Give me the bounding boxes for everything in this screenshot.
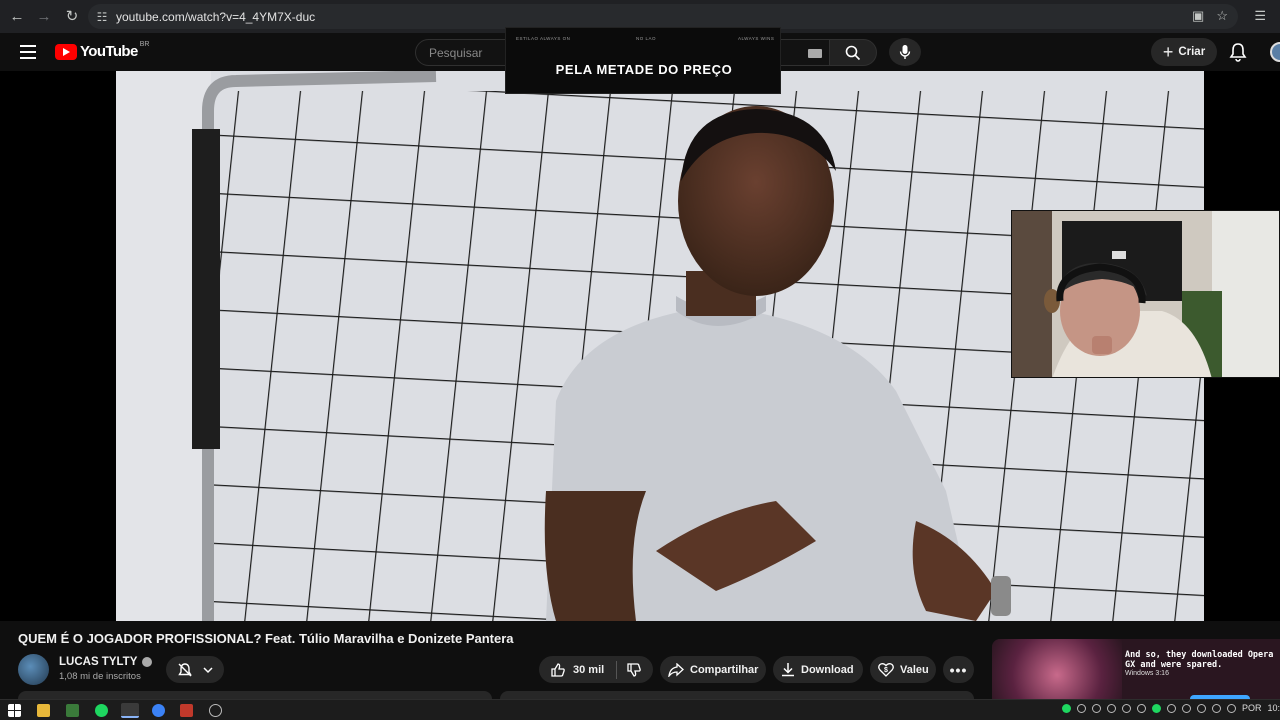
bookmark-star-icon[interactable]: ☆ bbox=[1216, 8, 1228, 24]
reload-icon[interactable]: ↻ bbox=[58, 2, 86, 30]
ad-headline: PELA METADE DO PREÇO bbox=[555, 62, 733, 77]
back-arrow-icon[interactable]: ← bbox=[3, 2, 31, 30]
search-button[interactable] bbox=[829, 39, 877, 66]
create-button[interactable]: + Criar bbox=[1151, 38, 1217, 66]
youtube-play-icon bbox=[55, 43, 77, 60]
more-actions-button[interactable]: ••• bbox=[943, 656, 974, 683]
channel-avatar[interactable] bbox=[18, 654, 49, 685]
tray-icon-3[interactable] bbox=[1091, 703, 1101, 713]
heart-dollar-icon: $ bbox=[878, 663, 894, 677]
tray-spotify-icon[interactable] bbox=[1151, 703, 1161, 713]
address-bar[interactable]: ☷ youtube.com/watch?v=4_4YM7X-duc ▣ ☆ bbox=[88, 4, 1238, 29]
account-avatar[interactable] bbox=[1270, 42, 1280, 62]
ad-small-left: ESTILAO ALWAYS ON bbox=[516, 36, 571, 41]
file-explorer-icon[interactable] bbox=[37, 704, 50, 717]
ad-small-right: ALWAYS WINS bbox=[738, 36, 775, 41]
windows-taskbar: POR 10: bbox=[0, 699, 1280, 720]
tray-icon-4[interactable] bbox=[1106, 703, 1116, 713]
reading-list-icon[interactable]: ☰ bbox=[1254, 8, 1266, 24]
logo-wordmark: YouTube bbox=[80, 43, 138, 60]
create-label: Criar bbox=[1178, 46, 1206, 58]
app-icon-circle[interactable] bbox=[209, 704, 222, 717]
dislike-button[interactable] bbox=[626, 662, 642, 678]
ad-line2: Windows 3:16 bbox=[1125, 670, 1169, 677]
share-button[interactable]: Compartilhar bbox=[660, 656, 766, 683]
app-icon-blue[interactable] bbox=[152, 704, 165, 717]
download-icon bbox=[782, 663, 794, 677]
like-divider bbox=[616, 660, 618, 679]
description-box-edge[interactable] bbox=[18, 691, 492, 699]
notifications-bell-icon[interactable] bbox=[1229, 42, 1247, 62]
forward-arrow-icon[interactable]: → bbox=[30, 2, 58, 30]
download-label: Download bbox=[801, 663, 854, 676]
chevron-down-icon bbox=[203, 666, 213, 673]
svg-text:$: $ bbox=[884, 667, 888, 674]
share-label: Compartilhar bbox=[690, 663, 759, 676]
spotify-icon[interactable] bbox=[95, 704, 108, 717]
verified-badge-icon bbox=[142, 657, 153, 667]
webcam-streamer-image bbox=[1012, 211, 1279, 377]
tray-icon-2[interactable] bbox=[1076, 703, 1086, 713]
tray-icon-12[interactable] bbox=[1226, 703, 1236, 713]
tray-icon-10[interactable] bbox=[1196, 703, 1206, 713]
subscriber-count: 1,08 mi de inscritos bbox=[59, 671, 141, 682]
voice-search-button[interactable] bbox=[889, 38, 921, 66]
thumbs-down-icon bbox=[627, 662, 642, 677]
channel-name[interactable]: LUCAS TYLTY bbox=[59, 656, 153, 668]
sidebar-ad[interactable]: And so, they downloaded Opera GX and wer… bbox=[992, 639, 1280, 699]
clock[interactable]: 10: bbox=[1267, 703, 1280, 713]
ad-small-mid: NO LAO bbox=[636, 36, 657, 41]
chrome-icon[interactable] bbox=[121, 703, 139, 718]
url-text[interactable]: youtube.com/watch?v=4_4YM7X-duc bbox=[116, 10, 315, 24]
like-dislike-group: 30 mil bbox=[539, 656, 653, 683]
channel-name-text[interactable]: LUCAS TYLTY bbox=[59, 656, 137, 668]
tray-icon-11[interactable] bbox=[1211, 703, 1221, 713]
like-button[interactable] bbox=[550, 662, 566, 678]
share-arrow-icon bbox=[668, 662, 684, 677]
comments-box-edge[interactable] bbox=[500, 691, 974, 699]
like-count[interactable]: 30 mil bbox=[573, 664, 604, 676]
tray-app-icon[interactable] bbox=[1061, 703, 1071, 713]
language-indicator[interactable]: POR bbox=[1242, 703, 1262, 713]
microphone-icon bbox=[899, 45, 911, 59]
tray-icon-5[interactable] bbox=[1121, 703, 1131, 713]
thumbs-up-icon bbox=[551, 662, 565, 677]
video-player[interactable] bbox=[0, 71, 1280, 621]
bell-off-icon bbox=[178, 662, 192, 676]
ad-thumbnail bbox=[992, 639, 1122, 699]
system-tray: POR 10: bbox=[1061, 703, 1280, 713]
download-button[interactable]: Download bbox=[773, 656, 863, 683]
thanks-button[interactable]: $ Valeu bbox=[870, 656, 936, 683]
notification-settings-button[interactable] bbox=[166, 656, 224, 683]
country-code: BR bbox=[139, 41, 150, 48]
hamburger-menu-icon[interactable] bbox=[20, 45, 36, 59]
keyboard-icon[interactable] bbox=[808, 49, 822, 58]
windows-start-icon[interactable] bbox=[8, 704, 21, 717]
webcam-overlay bbox=[1011, 210, 1280, 378]
tray-icon-9[interactable] bbox=[1181, 703, 1191, 713]
ad-banner[interactable]: ESTILAO ALWAYS ON NO LAO ALWAYS WINS PEL… bbox=[505, 27, 781, 94]
search-icon bbox=[845, 45, 861, 60]
app-icon-red[interactable] bbox=[180, 704, 193, 717]
search-placeholder: Pesquisar bbox=[429, 46, 483, 60]
more-horizontal-icon: ••• bbox=[949, 661, 968, 678]
thanks-label: Valeu bbox=[900, 663, 929, 676]
youtube-logo[interactable]: YouTube BR bbox=[55, 41, 150, 60]
plus-icon: + bbox=[1162, 42, 1174, 62]
site-info-icon[interactable]: ☷ bbox=[88, 10, 116, 24]
install-app-icon[interactable]: ▣ bbox=[1192, 8, 1204, 24]
tray-icon-8[interactable] bbox=[1166, 703, 1176, 713]
tray-icon-6[interactable] bbox=[1136, 703, 1146, 713]
ad-line1: And so, they downloaded Opera GX and wer… bbox=[1125, 650, 1274, 670]
video-title: QUEM É O JOGADOR PROFISSIONAL? Feat. Túl… bbox=[18, 631, 514, 646]
app-icon-green[interactable] bbox=[66, 704, 79, 717]
